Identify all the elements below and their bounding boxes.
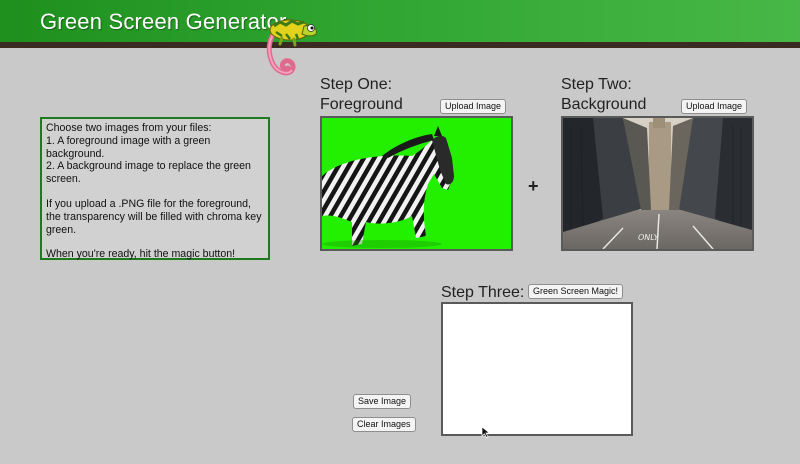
background-preview: ONLY [561, 116, 754, 251]
step-two-subtitle: Background [561, 96, 647, 113]
foreground-upload-button[interactable]: Upload Image [440, 99, 507, 114]
step-two-title: Step Two: [561, 76, 632, 93]
step-one-title: Step One: [320, 76, 393, 93]
zebra-image [322, 126, 454, 248]
city-street-image: ONLY [563, 118, 752, 249]
chameleon-icon [266, 19, 317, 76]
step-one-heading: Step One: Foreground [320, 75, 403, 115]
step-one-subtitle: Foreground [320, 96, 403, 113]
foreground-preview [320, 116, 513, 251]
instruction-line: If you upload a .PNG file for the foregr… [46, 197, 262, 236]
instruction-line: 1. A foreground image with a green backg… [46, 134, 211, 160]
green-screen-magic-button[interactable]: Green Screen Magic! [528, 284, 624, 299]
save-image-button[interactable]: Save Image [353, 394, 412, 409]
mouse-cursor-icon [481, 426, 491, 438]
clear-images-button[interactable]: Clear Images [352, 417, 416, 432]
instruction-line: Choose two images from your files: [46, 122, 212, 134]
background-upload-button[interactable]: Upload Image [681, 99, 748, 114]
svg-text:ONLY: ONLY [637, 233, 659, 242]
step-two-heading: Step Two: Background [561, 75, 646, 115]
header-divider [0, 42, 800, 48]
instruction-line: When you're ready, hit the magic button! [46, 248, 236, 261]
app-title: Green Screen Generator [40, 9, 287, 34]
instruction-line: 2. A background image to replace the gre… [46, 160, 251, 186]
instructions-panel: Choose two images from your files: 1. A … [40, 117, 270, 260]
step-three-title: Step Three: [441, 284, 525, 301]
plus-sign: + [528, 176, 539, 196]
output-canvas[interactable] [441, 302, 633, 436]
